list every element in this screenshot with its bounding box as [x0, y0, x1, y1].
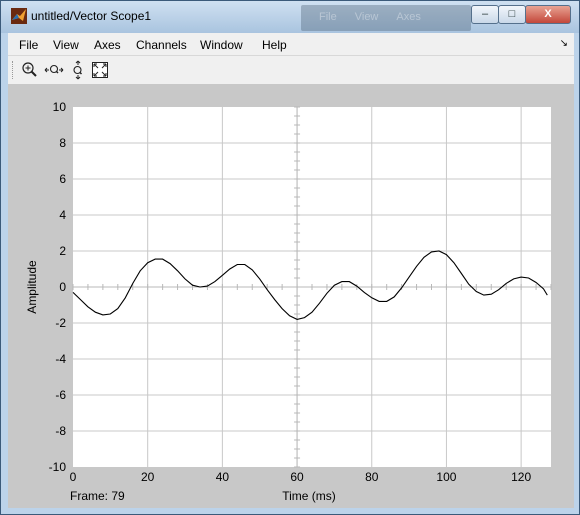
y-axis-label: Amplitude — [25, 260, 39, 314]
window-title: untitled/Vector Scope1 — [31, 9, 152, 23]
close-button[interactable]: X — [525, 5, 571, 24]
maximize-button[interactable]: □ — [498, 5, 526, 24]
scope-display: 0 20 40 60 80 100 120 -10 -8 -6 -4 -2 0 2 4 6 8 10 Frame:… — [8, 85, 574, 508]
toolbar — [8, 56, 574, 85]
scope-window: File View Axes untitled/Vector Scope1 – □ … — [0, 0, 580, 515]
x-tick-label: 120 — [511, 470, 531, 484]
y-tick-label: -10 — [49, 460, 67, 474]
toolbar-grip[interactable] — [12, 61, 15, 79]
frame-label: Frame: 79 — [70, 489, 125, 503]
x-tick-label: 40 — [216, 470, 230, 484]
background-window-ghost: File View Axes — [301, 5, 471, 31]
fit-to-view-icon[interactable] — [90, 60, 110, 80]
x-tick-label: 20 — [141, 470, 155, 484]
y-tick-label: -2 — [55, 316, 66, 330]
x-tick-label: 60 — [290, 470, 304, 484]
zoom-in-icon[interactable] — [20, 60, 40, 80]
client-area: File View Axes Channels Window Help ↘ 0 … — [8, 33, 574, 508]
zoom-y-icon[interactable] — [68, 60, 88, 80]
y-tick-label: -6 — [55, 388, 66, 402]
zoom-x-icon[interactable] — [44, 60, 64, 80]
menubar-dock-arrow-icon[interactable]: ↘ — [560, 38, 568, 49]
scope-chart: 0 20 40 60 80 100 120 -10 -8 -6 -4 -2 0 2 4 6 8 10 Frame:… — [25, 100, 552, 503]
menu-axes[interactable]: Axes — [94, 38, 121, 52]
x-tick-label: 80 — [365, 470, 379, 484]
x-tick-label: 100 — [436, 470, 456, 484]
matlab-icon — [11, 8, 27, 24]
menu-channels[interactable]: Channels — [136, 38, 187, 52]
minimize-button[interactable]: – — [471, 5, 499, 24]
menu-view[interactable]: View — [53, 38, 79, 52]
y-tick-label: 2 — [59, 244, 66, 258]
x-tick-label: 0 — [70, 470, 77, 484]
menu-file[interactable]: File — [19, 38, 38, 52]
menu-window[interactable]: Window — [200, 38, 243, 52]
title-bar[interactable]: File View Axes untitled/Vector Scope1 – □ … — [1, 1, 579, 33]
y-tick-label: 4 — [59, 208, 66, 222]
y-tick-label: 0 — [59, 280, 66, 294]
y-tick-label: 10 — [53, 100, 67, 114]
y-tick-label: -8 — [55, 424, 66, 438]
y-tick-label: -4 — [55, 352, 66, 366]
menu-bar: File View Axes Channels Window Help ↘ — [8, 33, 574, 56]
menu-help[interactable]: Help — [262, 38, 287, 52]
y-tick-label: 8 — [59, 136, 66, 150]
x-axis-label: Time (ms) — [282, 489, 336, 503]
y-tick-label: 6 — [59, 172, 66, 186]
